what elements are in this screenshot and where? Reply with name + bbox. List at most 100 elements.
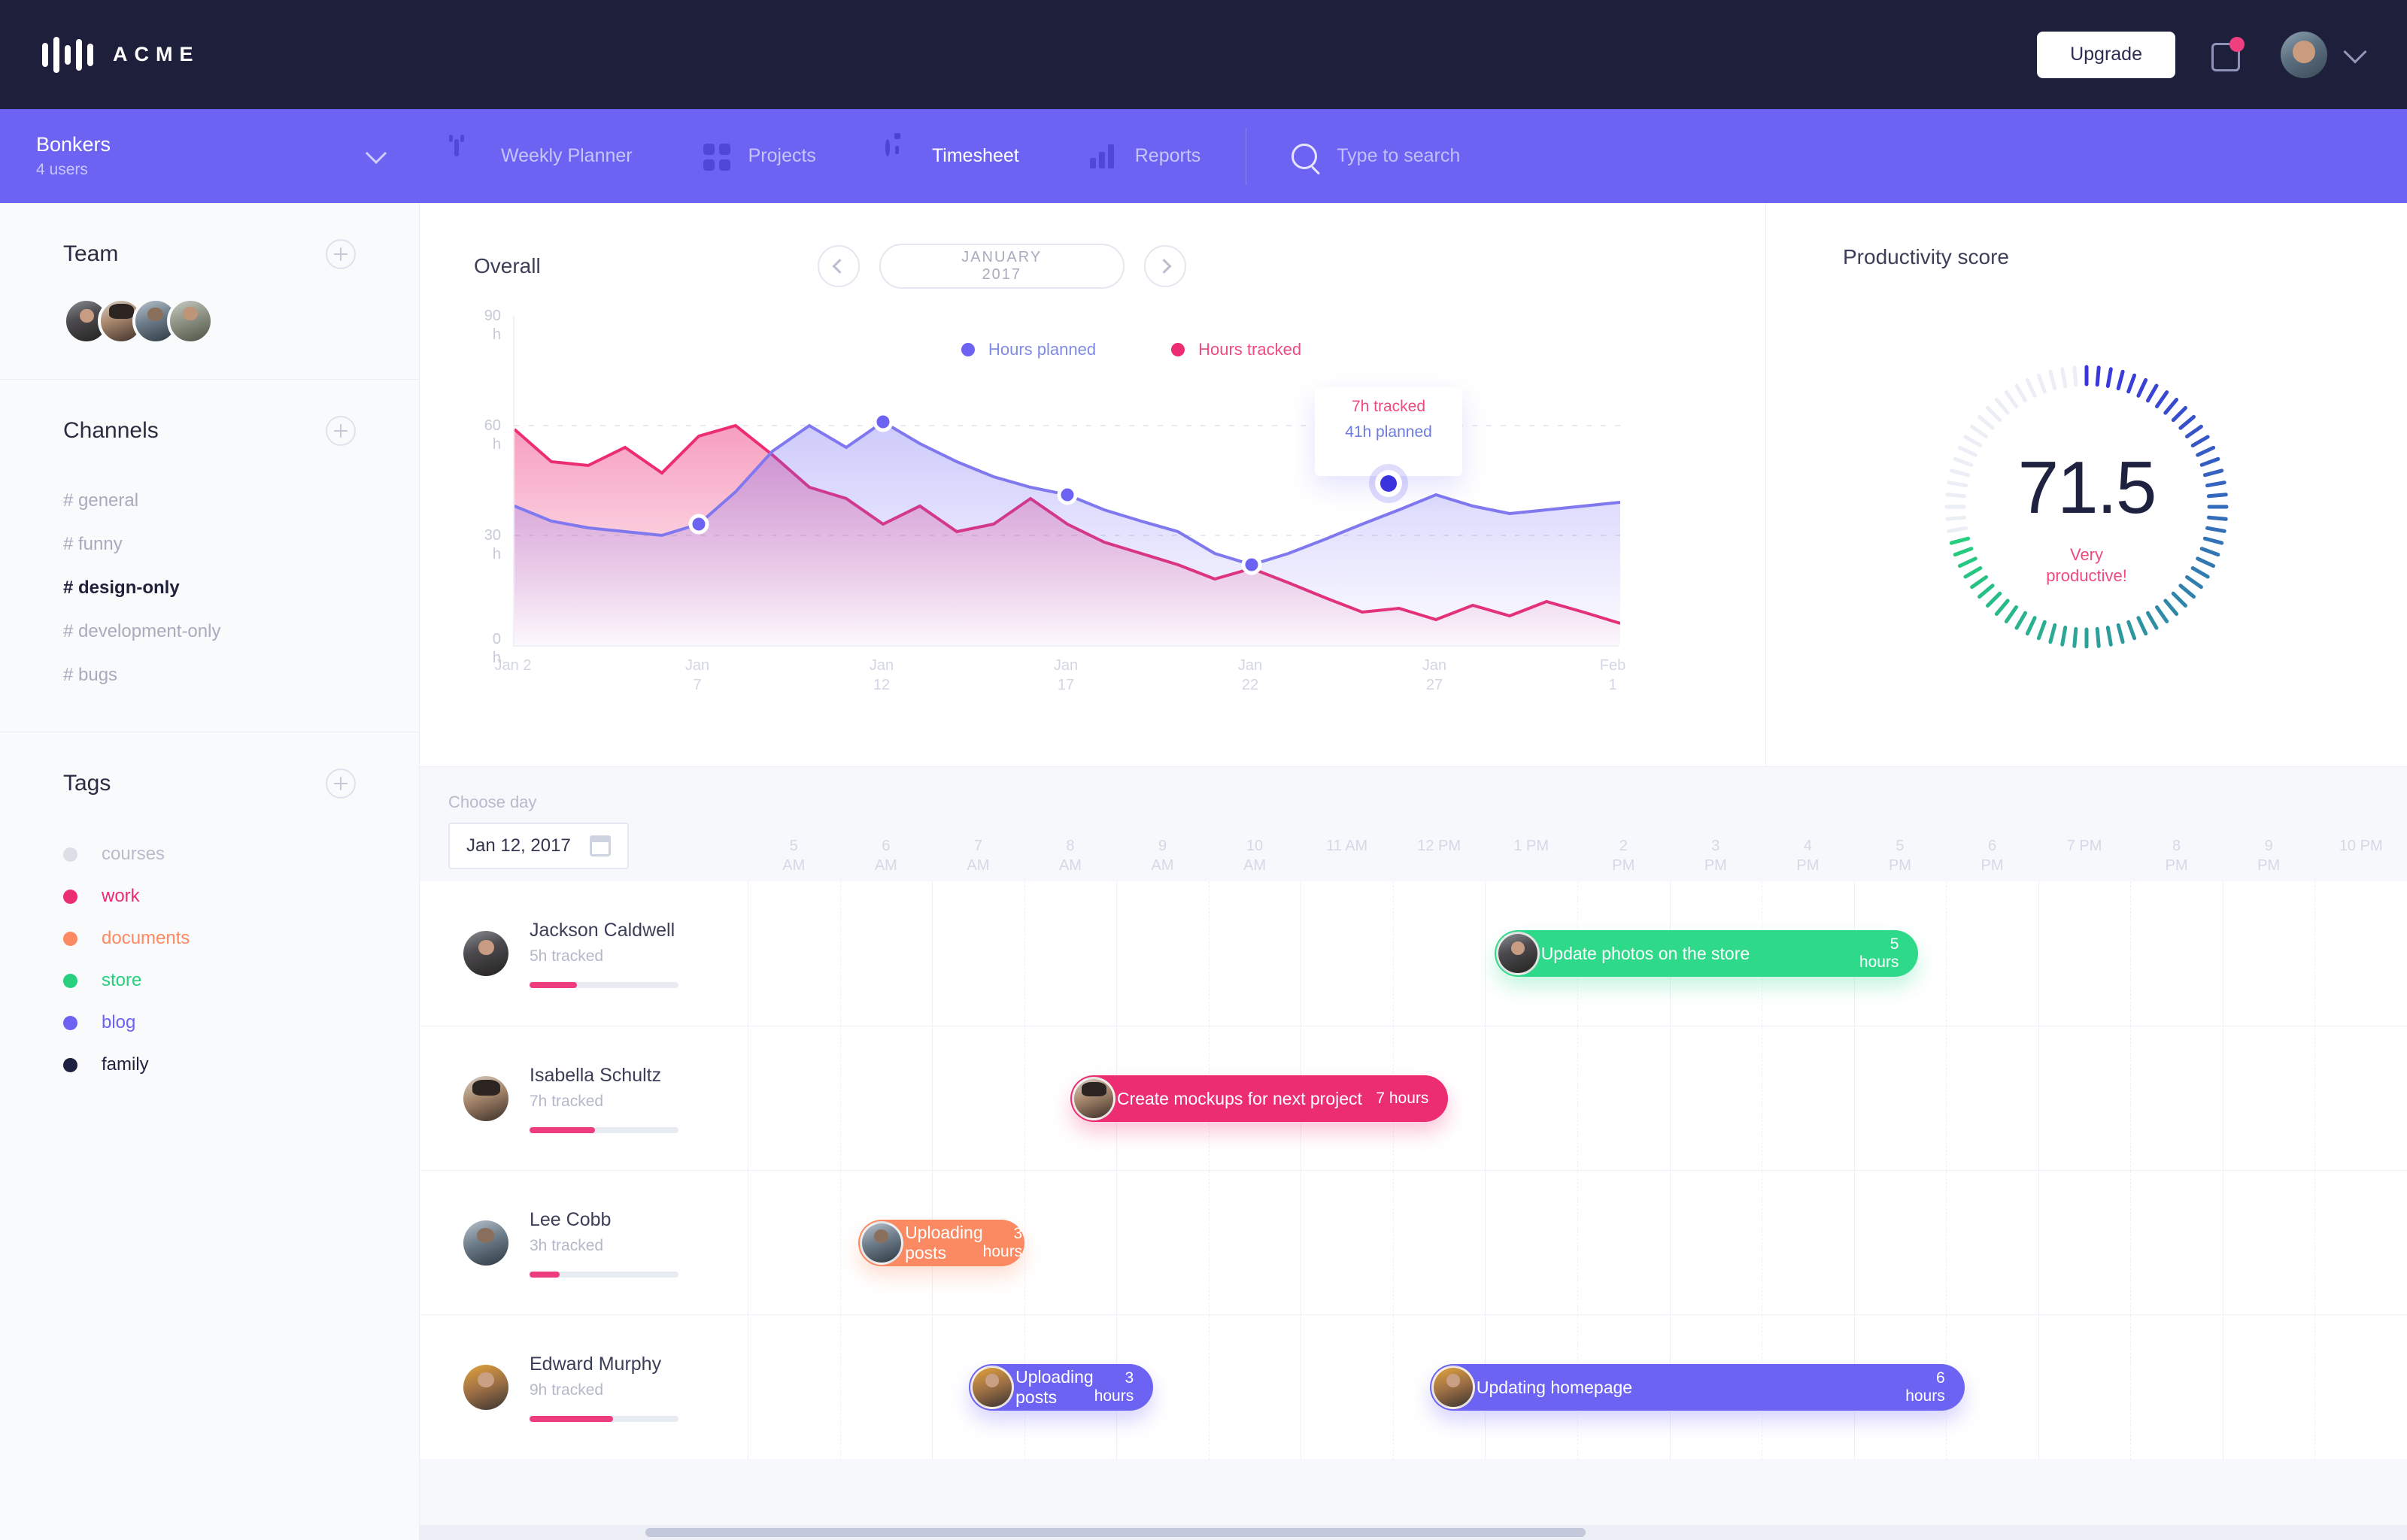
tag-item-family[interactable]: family — [63, 1044, 356, 1086]
table-row: Isabella Schultz 7h tracked Create mocku… — [420, 1026, 2407, 1171]
grid-icon — [702, 141, 732, 171]
year-label: 2017 — [982, 266, 1021, 283]
person-cell: Jackson Caldwell 5h tracked — [448, 881, 748, 1026]
sidebar-item-design-only[interactable]: # design-only — [63, 566, 356, 610]
header-actions: Upgrade — [2037, 31, 2367, 78]
timesheet-panel: Choose day Jan 12, 2017 5 AM 6 AM 7 AM 8 AM 9 AM 1… — [420, 767, 2407, 1540]
legend-item-hours-planned[interactable]: Hours planned — [961, 340, 1096, 359]
user-menu[interactable] — [2281, 31, 2367, 78]
top-header: ACME Upgrade — [0, 0, 2407, 109]
tag-list: courses work documents store blog family — [63, 833, 356, 1086]
gridline — [839, 1026, 841, 1171]
tag-item-documents[interactable]: documents — [63, 917, 356, 959]
data-point — [1057, 484, 1078, 505]
section-title-channels: Channels — [63, 418, 159, 443]
nav-item-reports[interactable]: Reports — [1054, 109, 1236, 203]
channels-header: Channels — [63, 416, 356, 446]
chart-legend: Hours planned Hours tracked — [961, 340, 1301, 359]
tag-item-courses[interactable]: courses — [63, 833, 356, 875]
sidebar-item-bugs[interactable]: # bugs — [63, 653, 356, 697]
page-title: Overall — [474, 254, 541, 277]
progress-fill — [530, 1271, 560, 1278]
team-avatar-stack — [63, 298, 356, 344]
timeline-lane[interactable]: Uploading posts 3 hours Updating homepage… — [748, 1315, 2407, 1460]
gridline — [1024, 1171, 1025, 1315]
task-bar[interactable]: Create mockups for next project 7 hours — [1070, 1075, 1449, 1122]
task-bar[interactable]: Uploading posts 3 hours — [969, 1364, 1154, 1411]
horizontal-scrollbar[interactable] — [420, 1525, 2407, 1540]
add-team-member-button[interactable] — [326, 239, 356, 269]
bar-chart-icon — [1088, 141, 1119, 171]
sidebar-item-development-only[interactable]: # development-only — [63, 610, 356, 653]
gridline — [1946, 881, 1947, 1026]
chart-highlight-marker[interactable] — [1369, 464, 1408, 503]
gridline — [1485, 1171, 1486, 1315]
avatar[interactable] — [167, 298, 214, 344]
scrollbar-thumb[interactable] — [645, 1528, 1586, 1537]
gridline — [2038, 1171, 2039, 1315]
add-tag-button[interactable] — [326, 768, 356, 799]
timeline-lane[interactable]: Update photos on the store 5 hours — [748, 881, 2407, 1026]
task-bar[interactable]: Updating homepage 6 hours — [1429, 1364, 1965, 1411]
timeline-lane[interactable]: Create mockups for next project 7 hours — [748, 1026, 2407, 1171]
date-picker[interactable]: Jan 12, 2017 — [448, 823, 629, 869]
nav-item-weekly-planner[interactable]: Weekly Planner — [420, 109, 667, 203]
gridline — [2130, 1171, 2132, 1315]
person-meta: Isabella Schultz 7h tracked — [530, 1065, 678, 1133]
area-chart — [513, 316, 1620, 647]
progress-fill — [530, 1126, 596, 1133]
avatar — [1495, 932, 1540, 975]
task-bar[interactable]: Update photos on the store 5 hours — [1494, 930, 1919, 977]
month-label: JANUARY — [961, 249, 1043, 265]
sidebar-section-team: Team — [0, 203, 419, 380]
add-channel-button[interactable] — [326, 416, 356, 446]
team-switcher[interactable]: Bonkers 4 users — [0, 109, 420, 203]
search-input[interactable] — [1337, 145, 1864, 167]
nav-item-timesheet[interactable]: Timesheet — [851, 109, 1054, 203]
brand-logo[interactable]: ACME — [42, 36, 200, 73]
chart-tooltip: 7h tracked 41h planned — [1315, 387, 1462, 476]
search-box[interactable] — [1257, 143, 1864, 169]
tag-label: blog — [102, 1012, 136, 1032]
avatar — [463, 1365, 508, 1410]
avatar — [1431, 1366, 1475, 1409]
chart-header: Overall JANUARY 2017 — [420, 203, 1765, 289]
sidebar-item-general[interactable]: # general — [63, 479, 356, 523]
progress-track — [530, 1271, 678, 1278]
person-name: Jackson Caldwell — [530, 919, 675, 941]
gridline — [1208, 1171, 1210, 1315]
data-point — [1241, 554, 1262, 575]
month-display[interactable]: JANUARY 2017 — [879, 244, 1125, 289]
timeline-lane[interactable]: Uploading posts 3 hours — [748, 1171, 2407, 1315]
sidebar-item-funny[interactable]: # funny — [63, 523, 356, 566]
hour-label: 4 PM — [1796, 838, 1820, 874]
nav-item-projects[interactable]: Projects — [667, 109, 851, 203]
tag-item-work[interactable]: work — [63, 875, 356, 917]
hour-label: 1 PM — [1513, 838, 1550, 854]
task-label: Uploading posts — [1015, 1367, 1094, 1407]
upgrade-button[interactable]: Upgrade — [2037, 31, 2175, 78]
task-bar[interactable]: Uploading posts 3 hours — [858, 1220, 1024, 1266]
person-tracked: 9h tracked — [530, 1381, 604, 1399]
y-tick-0: 0h — [492, 631, 501, 666]
productivity-gauge: 71.5 Very productive! — [1944, 364, 2229, 650]
chevron-left-icon[interactable] — [817, 245, 860, 287]
tag-item-blog[interactable]: blog — [63, 1002, 356, 1044]
y-tick-30: 30 h — [484, 527, 501, 562]
tag-item-store[interactable]: store — [63, 959, 356, 1002]
nav-items: Weekly Planner Projects Timesheet Report… — [420, 109, 1864, 203]
legend-label: Hours tracked — [1198, 340, 1302, 359]
legend-item-hours-tracked[interactable]: Hours tracked — [1171, 340, 1301, 359]
gridline — [1024, 1026, 1025, 1171]
hour-axis: 5 AM 6 AM 7 AM 8 AM 9 AM 10 AM 11 AM 12 PM 1 PM 2 PM 3 PM 4… — [748, 767, 2407, 881]
chevron-right-icon[interactable] — [1143, 245, 1186, 287]
person-tracked: 5h tracked — [530, 947, 604, 965]
hour-label: 9 AM — [1151, 838, 1174, 874]
avatar — [970, 1366, 1015, 1409]
hour-label: 9 PM — [2257, 838, 2281, 874]
table-row: Jackson Caldwell 5h tracked Update photo… — [420, 881, 2407, 1026]
notification-icon[interactable] — [2208, 35, 2248, 74]
hour-label: 12 PM — [1417, 838, 1462, 854]
team-header: Team — [63, 239, 356, 269]
team-user-count: 4 users — [36, 161, 88, 178]
